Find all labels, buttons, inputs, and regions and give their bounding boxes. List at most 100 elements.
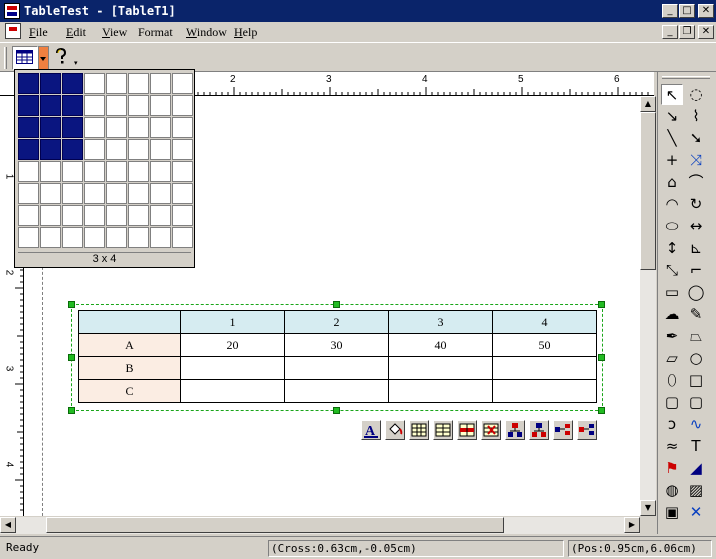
- toolbox-grip[interactable]: [662, 76, 710, 79]
- picker-cell[interactable]: [84, 73, 105, 94]
- scroll-right-button[interactable]: ▶: [624, 517, 640, 533]
- picker-cell[interactable]: [62, 227, 83, 248]
- arrow-line-tool-icon[interactable]: ➘: [685, 128, 707, 149]
- picker-cell[interactable]: [62, 183, 83, 204]
- minimize-button[interactable]: _: [662, 4, 678, 18]
- vertical-scroll-thumb[interactable]: [640, 112, 656, 270]
- picker-cell[interactable]: [18, 161, 39, 182]
- picker-cell[interactable]: [18, 205, 39, 226]
- spiral-tool-icon[interactable]: ↻: [685, 194, 707, 215]
- picker-cell[interactable]: [106, 95, 127, 116]
- picker-cell[interactable]: [128, 205, 149, 226]
- table-corner-cell[interactable]: [78, 310, 181, 334]
- arc-tool-icon[interactable]: ◠: [661, 194, 683, 215]
- insert-table-button[interactable]: [12, 46, 38, 70]
- rectangle-tool-icon[interactable]: □: [685, 370, 707, 391]
- picker-cell[interactable]: [40, 117, 61, 138]
- round-rect-tool-icon[interactable]: ▢: [685, 392, 707, 413]
- picker-cell[interactable]: [106, 73, 127, 94]
- picker-cell[interactable]: [128, 227, 149, 248]
- column-header[interactable]: 4: [492, 310, 597, 334]
- mdi-minimize-button[interactable]: _: [662, 25, 678, 39]
- cloud-tool-icon[interactable]: ☁: [661, 304, 683, 325]
- table-insert-button[interactable]: [433, 420, 453, 440]
- callout-angle-tool-icon[interactable]: ⌐: [685, 260, 707, 281]
- picker-cell[interactable]: [40, 205, 61, 226]
- close-button[interactable]: ✕: [698, 4, 714, 18]
- picker-cell[interactable]: [84, 139, 105, 160]
- scroll-left-button[interactable]: ◀: [0, 517, 16, 533]
- pen-tool-icon[interactable]: ✒: [661, 326, 683, 347]
- toolbar-grip[interactable]: [4, 47, 7, 69]
- table-cell[interactable]: [180, 379, 285, 403]
- menu-edit[interactable]: Edit: [66, 25, 86, 40]
- scroll-down-button[interactable]: ▼: [640, 500, 656, 516]
- picker-cell[interactable]: [62, 117, 83, 138]
- text-tool-icon[interactable]: T: [685, 436, 707, 457]
- picker-cell[interactable]: [106, 183, 127, 204]
- picker-cell[interactable]: [106, 161, 127, 182]
- picker-cell[interactable]: [150, 73, 171, 94]
- picker-cell[interactable]: [40, 73, 61, 94]
- picker-cell[interactable]: [18, 183, 39, 204]
- freehand-pencil-tool-icon[interactable]: ⌇: [685, 106, 707, 127]
- picker-cell[interactable]: [106, 205, 127, 226]
- link-right-button[interactable]: [553, 420, 573, 440]
- picker-cell[interactable]: [62, 73, 83, 94]
- menu-window[interactable]: Window: [186, 25, 227, 40]
- app-icon[interactable]: [4, 3, 20, 19]
- square-tool-icon[interactable]: ▢: [661, 392, 683, 413]
- table-cell[interactable]: 40: [388, 333, 493, 357]
- table-grid-button[interactable]: [409, 420, 429, 440]
- picker-cell[interactable]: [172, 117, 193, 138]
- help-button[interactable]: [52, 47, 72, 69]
- picker-cell[interactable]: [40, 183, 61, 204]
- wave-tool-icon[interactable]: ≈: [661, 436, 683, 457]
- picker-cell[interactable]: [84, 227, 105, 248]
- connector-tool-icon[interactable]: ⤨: [685, 150, 707, 171]
- table-delete-col-button[interactable]: [481, 420, 501, 440]
- menu-format[interactable]: Format: [138, 25, 173, 40]
- resize-handle[interactable]: [333, 407, 340, 414]
- picker-cell[interactable]: [40, 95, 61, 116]
- flag-tool-icon[interactable]: ⚑: [661, 458, 683, 479]
- picker-cell[interactable]: [62, 161, 83, 182]
- column-header[interactable]: 1: [180, 310, 285, 334]
- menu-help[interactable]: Help: [234, 25, 257, 40]
- menu-file[interactable]: File: [29, 25, 48, 40]
- globe-image-tool-icon[interactable]: ◍: [661, 480, 683, 501]
- picker-cell[interactable]: [172, 205, 193, 226]
- picker-cell[interactable]: [106, 227, 127, 248]
- picker-cell[interactable]: [40, 139, 61, 160]
- callout-rect-tool-icon[interactable]: ▭: [661, 282, 683, 303]
- menu-view[interactable]: View: [102, 25, 127, 40]
- column-header[interactable]: 3: [388, 310, 493, 334]
- table-cell[interactable]: [180, 356, 285, 380]
- picker-cell[interactable]: [84, 117, 105, 138]
- node-edit-tool-icon[interactable]: ↘: [661, 106, 683, 127]
- mdi-close-button[interactable]: ✕: [698, 25, 714, 39]
- picker-cell[interactable]: [128, 73, 149, 94]
- curve-tool-icon[interactable]: ⌒: [685, 172, 707, 193]
- parallelogram-tool-icon[interactable]: ▱: [661, 348, 683, 369]
- table-dropdown-arrow[interactable]: [38, 46, 49, 70]
- table-cell[interactable]: [492, 356, 597, 380]
- table-cell[interactable]: [492, 379, 597, 403]
- fill-button[interactable]: [385, 420, 405, 440]
- picker-cell[interactable]: [150, 227, 171, 248]
- picker-cell[interactable]: [172, 73, 193, 94]
- line-tool-icon[interactable]: ╲: [661, 128, 683, 149]
- table-cell[interactable]: 20: [180, 333, 285, 357]
- oval-tool-icon[interactable]: ⬯: [661, 370, 683, 391]
- picker-cell[interactable]: [150, 117, 171, 138]
- table-cell[interactable]: [284, 356, 389, 380]
- lasso-tool-icon[interactable]: ◌: [685, 84, 707, 105]
- table-size-picker[interactable]: 3 x 4: [14, 69, 195, 268]
- picker-cell[interactable]: [106, 117, 127, 138]
- horizontal-scrollbar[interactable]: ◀ ▶: [0, 517, 640, 534]
- picker-cell[interactable]: [150, 205, 171, 226]
- picker-cell[interactable]: [150, 95, 171, 116]
- picker-cell[interactable]: [128, 139, 149, 160]
- brush-tool-icon[interactable]: ✎: [685, 304, 707, 325]
- wedge-tool-icon[interactable]: ◢: [685, 458, 707, 479]
